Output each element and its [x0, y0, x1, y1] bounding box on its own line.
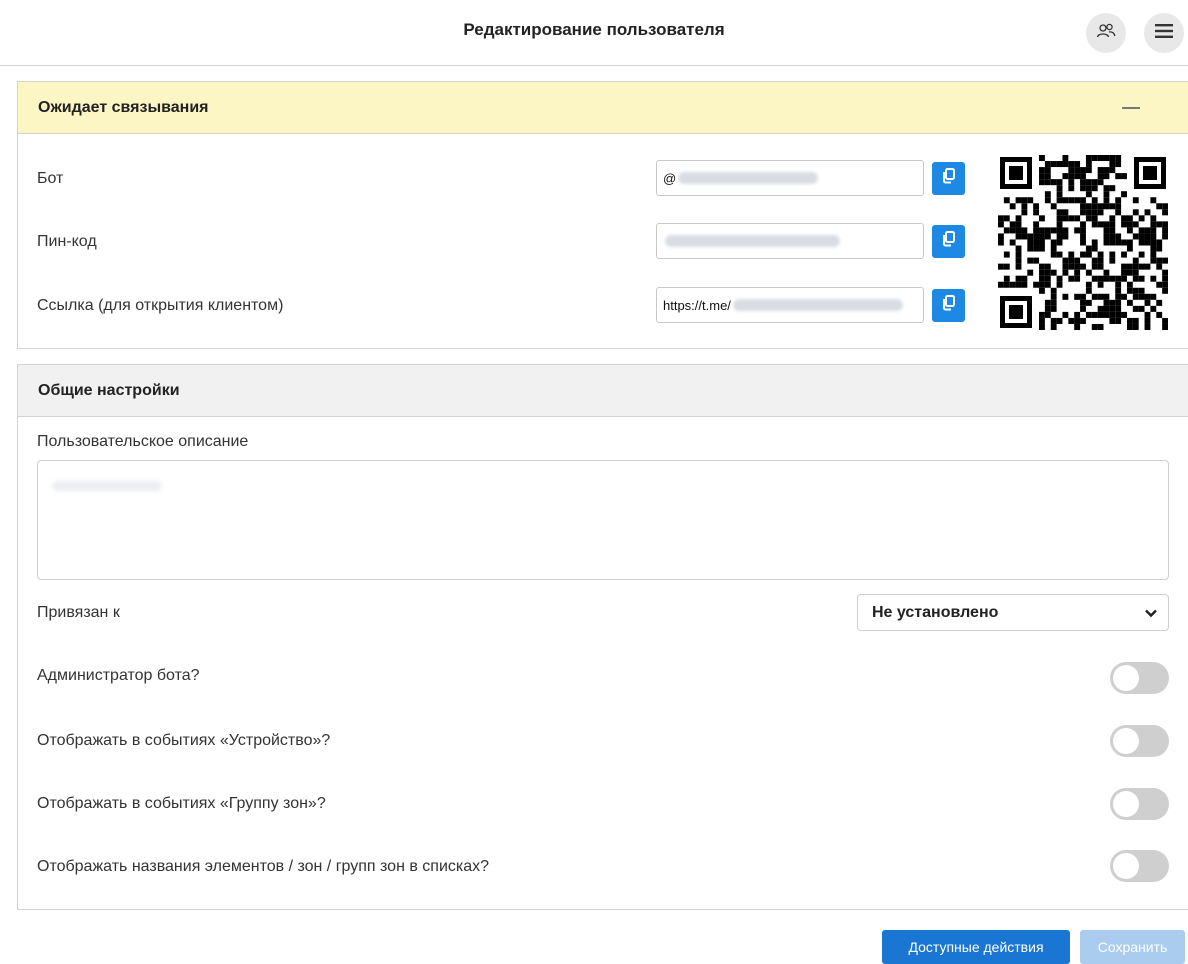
description-redacted: [52, 481, 162, 491]
bot-field[interactable]: @: [656, 160, 924, 196]
bound-to-label: Привязан к: [37, 604, 120, 621]
description-textarea[interactable]: [37, 460, 1169, 580]
available-actions-button[interactable]: Доступные действия: [882, 930, 1070, 964]
pin-field[interactable]: [656, 223, 924, 259]
page-title: Редактирование пользователя: [463, 20, 725, 39]
qr-code: [998, 155, 1168, 330]
bot-redacted: [678, 172, 819, 184]
bot-value: @: [663, 170, 677, 186]
menu-button[interactable]: [1144, 13, 1184, 53]
link-value: https://t.me/: [663, 297, 731, 313]
copy-icon: [942, 231, 956, 252]
copy-icon: [942, 295, 956, 316]
toggle-label-device-events: Отображать в событиях «Устройство»?: [37, 732, 331, 749]
toggle-label-bot-admin: Администратор бота?: [37, 667, 200, 684]
menu-icon: [1155, 23, 1173, 43]
link-field[interactable]: https://t.me/: [656, 287, 924, 323]
copy-pin-button[interactable]: [932, 225, 965, 258]
pin-label: Пин-код: [37, 233, 97, 250]
settings-panel-header: Общие настройки: [18, 365, 1188, 417]
toggle-knob: [1113, 791, 1139, 817]
save-button[interactable]: Сохранить: [1080, 930, 1185, 964]
bound-to-select[interactable]: Не установлено: [857, 594, 1169, 631]
users-icon: [1096, 23, 1116, 44]
bound-to-value: Не установлено: [872, 603, 999, 621]
linking-panel-title: Ожидает связывания: [38, 98, 209, 116]
toggle-knob: [1113, 853, 1139, 879]
bot-label: Бот: [37, 170, 64, 187]
copy-icon: [942, 168, 956, 189]
chevron-down-icon: [1144, 606, 1158, 625]
settings-panel-title: Общие настройки: [38, 381, 180, 399]
copy-link-button[interactable]: [932, 289, 965, 322]
toggle-show-names[interactable]: [1110, 850, 1169, 882]
link-label: Ссылка (для открытия клиентом): [37, 297, 284, 314]
collapse-icon[interactable]: [1122, 107, 1140, 109]
description-label: Пользовательское описание: [37, 433, 249, 450]
pin-redacted: [665, 235, 840, 247]
toggle-label-zone-group-events: Отображать в событиях «Группу зон»?: [37, 795, 326, 812]
toggle-knob: [1113, 665, 1139, 691]
users-button[interactable]: [1086, 13, 1126, 53]
toggle-label-show-names: Отображать названия элементов / зон / гр…: [37, 858, 490, 875]
toggle-device-events[interactable]: [1110, 725, 1169, 757]
toggle-zone-group-events[interactable]: [1110, 788, 1169, 820]
top-bar: Редактирование пользователя: [0, 0, 1188, 66]
toggle-bot-admin[interactable]: [1110, 662, 1169, 694]
linking-panel-header[interactable]: Ожидает связывания: [18, 82, 1188, 134]
toggle-knob: [1113, 728, 1139, 754]
copy-bot-button[interactable]: [932, 162, 965, 195]
link-redacted: [732, 299, 903, 311]
